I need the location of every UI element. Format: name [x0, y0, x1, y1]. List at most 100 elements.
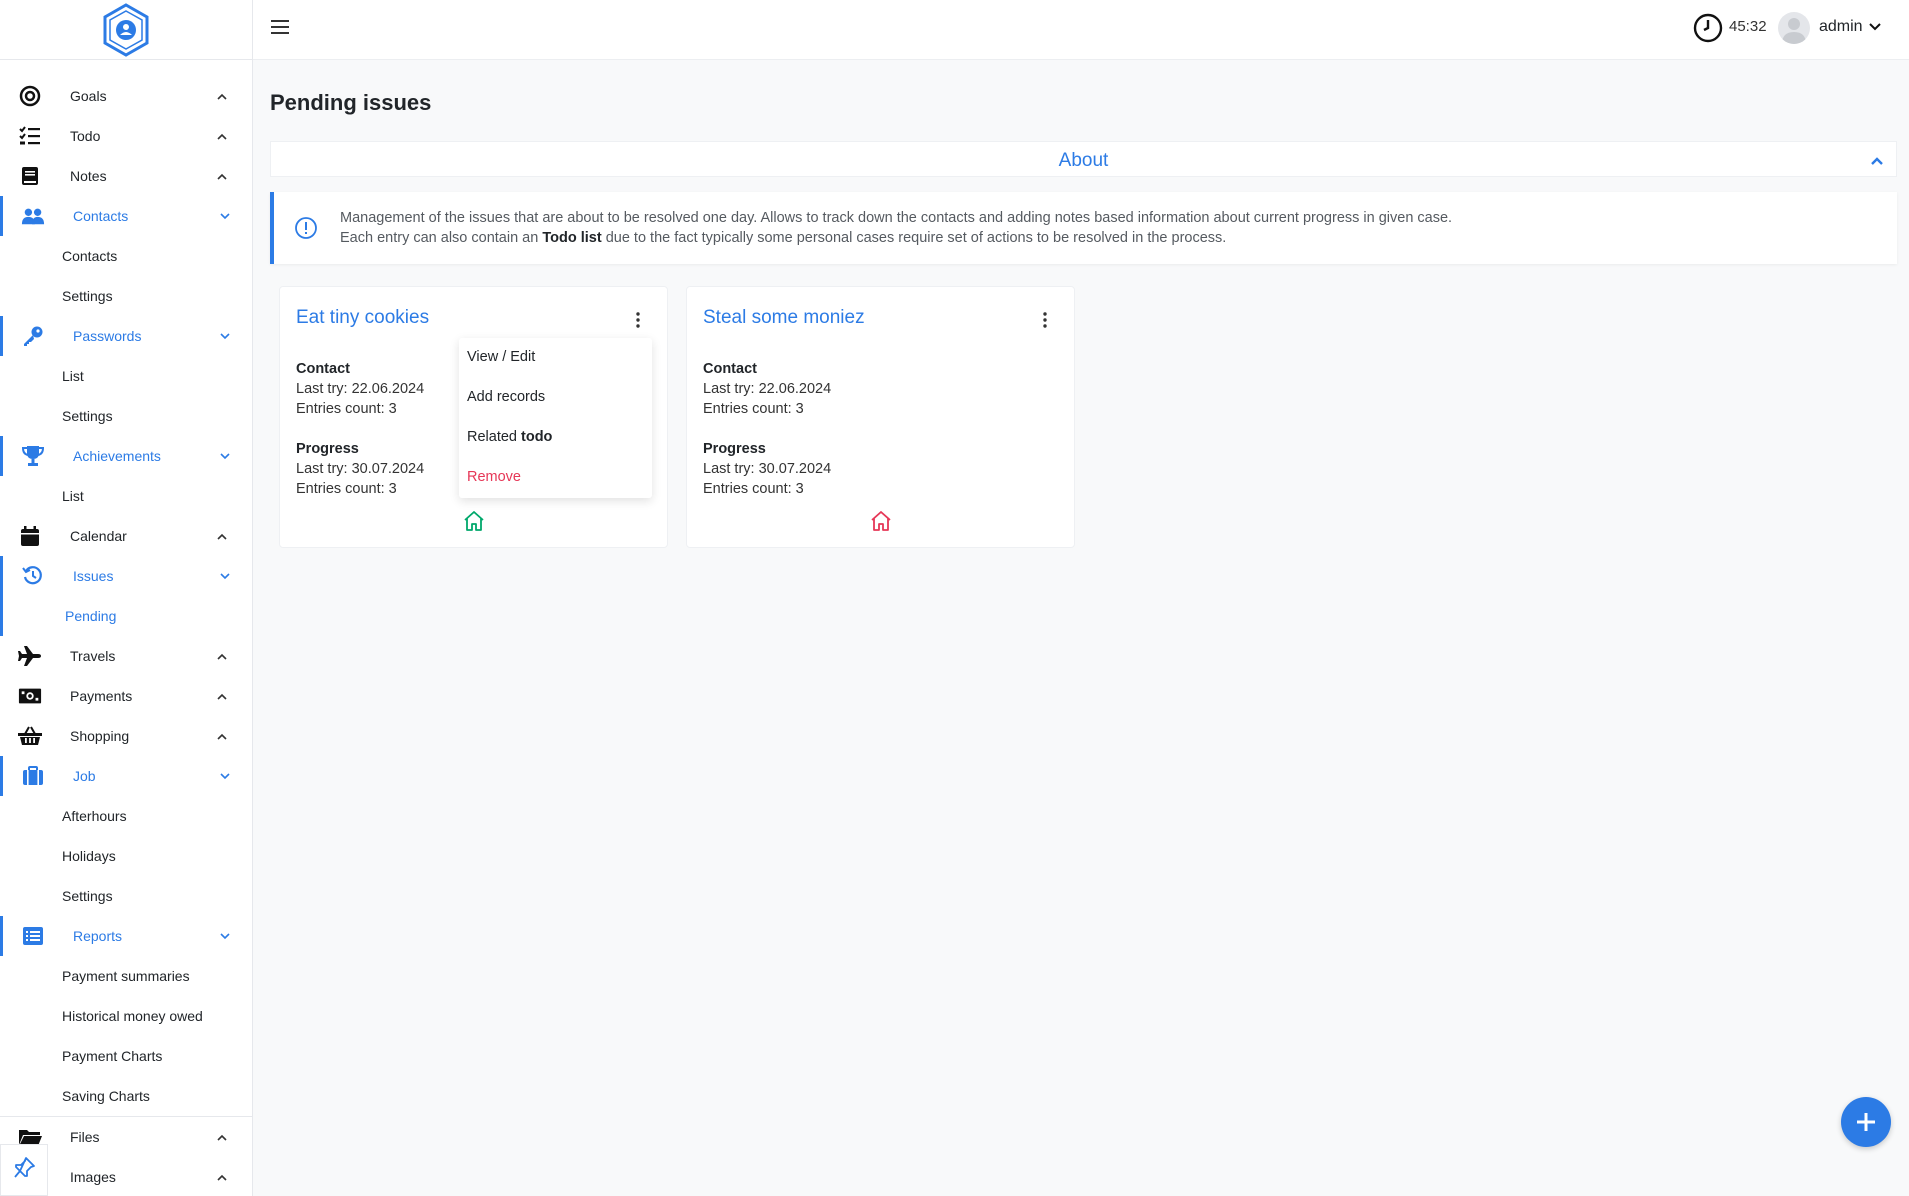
sidebar-subitem-label: List: [62, 488, 84, 504]
card-actions-dropdown: View / Edit Add records Related todo Rem…: [459, 338, 652, 498]
entries-count: Entries count: 3: [296, 481, 397, 497]
sidebar-subitem-achievements-list[interactable]: List: [0, 476, 252, 516]
sidebar-item-label: Payments: [70, 688, 133, 704]
list-icon: [21, 924, 45, 948]
chevron-down-icon: [219, 330, 231, 342]
issue-card-title[interactable]: Eat tiny cookies: [296, 307, 429, 329]
remove-menu-item[interactable]: Remove: [467, 469, 521, 485]
last-try: Last try: 30.07.2024: [296, 461, 425, 477]
sidebar-item-label: Goals: [70, 88, 107, 104]
sidebar-item-travels[interactable]: Travels: [0, 636, 252, 676]
sidebar-subitem-label: Saving Charts: [62, 1088, 150, 1104]
sidebar-item-label: Issues: [73, 568, 114, 584]
sidebar-item-label: Passwords: [73, 328, 142, 344]
hamburger-menu-icon[interactable]: [271, 20, 289, 36]
chevron-up-icon: [216, 530, 228, 542]
about-accordion-header[interactable]: About: [270, 141, 1897, 177]
sidebar-subitem-reports-payment-summaries[interactable]: Payment summaries: [0, 956, 252, 996]
sidebar-subitem-contacts[interactable]: Contacts: [0, 236, 252, 276]
sidebar-item-calendar[interactable]: Calendar: [0, 516, 252, 556]
last-try: Last try: 22.06.2024: [296, 381, 425, 397]
sidebar-item-goals[interactable]: Goals: [0, 76, 252, 116]
username: admin: [1819, 18, 1863, 35]
sidebar-subitem-reports-payment-charts[interactable]: Payment Charts: [0, 1036, 252, 1076]
view-edit-menu-item[interactable]: View / Edit: [467, 349, 535, 365]
sidebar-subitem-label: Contacts: [62, 248, 118, 264]
add-records-menu-item[interactable]: Add records: [467, 389, 545, 405]
chevron-up-icon: [216, 650, 228, 662]
page-title: Pending issues: [270, 90, 432, 115]
menu-item-emphasis: todo: [521, 429, 553, 445]
chevron-up-icon: [216, 1171, 228, 1183]
sidebar-subitem-reports-saving-charts[interactable]: Saving Charts: [0, 1076, 252, 1116]
sidebar-subitem-label: Holidays: [62, 848, 116, 864]
plus-icon: [1857, 1113, 1875, 1131]
home-icon[interactable]: [869, 509, 893, 533]
info-text-segment: Each entry can also contain an: [340, 230, 543, 246]
sidebar-subitem-label: Historical money owed: [62, 1008, 203, 1024]
user-menu[interactable]: admin: [1819, 18, 1881, 36]
sidebar-item-reports[interactable]: Reports: [0, 916, 252, 956]
sidebar-subitem-label: Payment Charts: [62, 1048, 163, 1064]
info-text-segment: due to the fact typically some personal …: [601, 230, 1227, 246]
info-text-line-1: Management of the issues that are about …: [340, 210, 1453, 226]
section-heading: Progress: [703, 441, 766, 457]
sidebar-subitem-issues-pending[interactable]: Pending: [0, 596, 252, 636]
section-heading: Progress: [296, 441, 359, 457]
more-vertical-icon[interactable]: [633, 311, 643, 329]
sidebar-item-notes[interactable]: Notes: [0, 156, 252, 196]
info-icon: [295, 217, 317, 239]
calendar-icon: [18, 524, 42, 548]
sidebar-item-label: Images: [70, 1169, 116, 1185]
plane-icon: [18, 644, 42, 668]
chevron-up-icon: [216, 730, 228, 742]
book-icon: [18, 164, 42, 188]
sidebar-subitem-passwords-settings[interactable]: Settings: [0, 396, 252, 436]
entries-count: Entries count: 3: [703, 481, 804, 497]
section-heading: Contact: [703, 361, 757, 377]
more-vertical-icon[interactable]: [1040, 311, 1050, 329]
contact-section: Contact Last try: 22.06.2024 Entries cou…: [296, 359, 424, 419]
sidebar-subitem-passwords-list[interactable]: List: [0, 356, 252, 396]
sidebar-subitem-label: Payment summaries: [62, 968, 190, 984]
sidebar-item-shopping[interactable]: Shopping: [0, 716, 252, 756]
pin-icon: [12, 1156, 36, 1185]
sidebar-subitem-job-afterhours[interactable]: Afterhours: [0, 796, 252, 836]
sidebar-subitem-reports-historical-money-owed[interactable]: Historical money owed: [0, 996, 252, 1036]
chevron-down-icon: [219, 930, 231, 942]
sidebar-subitem-label: Settings: [62, 888, 113, 904]
users-icon: [21, 204, 45, 228]
avatar[interactable]: [1778, 12, 1810, 44]
chevron-up-icon: [216, 170, 228, 182]
add-issue-button[interactable]: [1841, 1097, 1891, 1147]
sidebar-subitem-label: Settings: [62, 408, 113, 424]
sidebar-item-todo[interactable]: Todo: [0, 116, 252, 156]
key-icon: [21, 324, 45, 348]
logo[interactable]: [0, 0, 252, 60]
sidebar-item-label: Files: [70, 1129, 100, 1145]
sidebar-item-label: Calendar: [70, 528, 127, 544]
sidebar-subitem-contacts-settings[interactable]: Settings: [0, 276, 252, 316]
chevron-down-icon: [219, 210, 231, 222]
sidebar-subitem-job-holidays[interactable]: Holidays: [0, 836, 252, 876]
sidebar-item-achievements[interactable]: Achievements: [0, 436, 252, 476]
menu-item-text: Related: [467, 429, 522, 445]
sidebar-subitem-label: Pending: [65, 608, 117, 624]
sidebar-item-job[interactable]: Job: [0, 756, 252, 796]
sidebar-item-label: Reports: [73, 928, 123, 944]
briefcase-icon: [21, 764, 45, 788]
progress-section: Progress Last try: 30.07.2024 Entries co…: [703, 439, 831, 499]
pin-sidebar-button[interactable]: [0, 1144, 48, 1196]
sidebar-subitem-label: Afterhours: [62, 808, 127, 824]
sidebar-item-label: Shopping: [70, 728, 130, 744]
sidebar-item-issues[interactable]: Issues: [0, 556, 252, 596]
sidebar-subitem-label: List: [62, 368, 84, 384]
sidebar-item-passwords[interactable]: Passwords: [0, 316, 252, 356]
sidebar-item-payments[interactable]: Payments: [0, 676, 252, 716]
related-todo-menu-item[interactable]: Related todo: [467, 429, 552, 445]
home-icon[interactable]: [462, 509, 486, 533]
sidebar-item-contacts[interactable]: Contacts: [0, 196, 252, 236]
sidebar-subitem-job-settings[interactable]: Settings: [0, 876, 252, 916]
issue-card-title[interactable]: Steal some moniez: [703, 307, 865, 329]
chevron-down-icon: [1868, 23, 1881, 31]
